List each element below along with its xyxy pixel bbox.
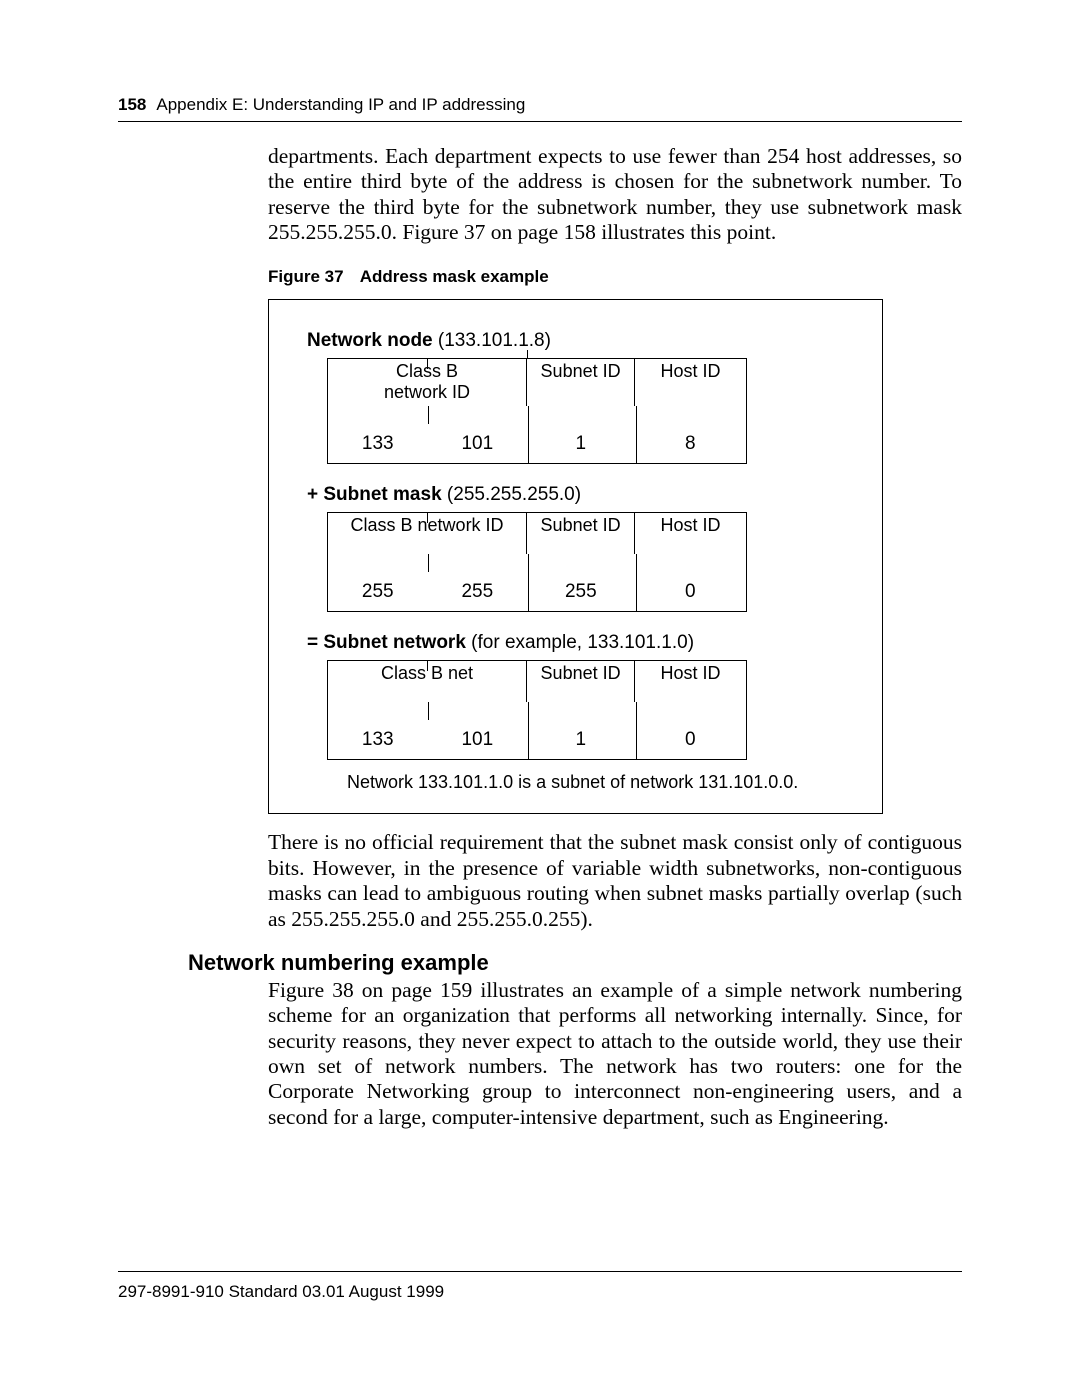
paragraph-network-numbering: Figure 38 on page 159 illustrates an exa… <box>118 978 962 1130</box>
octet-3: 1 <box>527 729 634 759</box>
figure-37-caption: Figure 37 Address mask example <box>118 267 962 287</box>
octet-1: 133 <box>328 729 428 759</box>
fig-block2-title-bold: + Subnet mask <box>307 484 442 505</box>
footer-text: 297-8991-910 Standard 03.01 August 1999 <box>118 1282 444 1301</box>
octet-3: 255 <box>527 581 634 611</box>
fig-block3-title: = Subnet network (for example, 133.101.1… <box>307 632 844 654</box>
section-heading-network-numbering: Network numbering example <box>118 950 962 976</box>
hdr-network-id-l2: network ID <box>328 382 526 403</box>
paragraph-intro: departments. Each department expects to … <box>118 144 962 245</box>
hdr-host-id: Host ID <box>635 513 746 554</box>
octet-2: 101 <box>428 729 528 759</box>
fig-block3-title-rest: (for example, 133.101.1.0) <box>466 632 694 653</box>
figure-number: Figure 37 <box>268 267 344 286</box>
octet-1: 255 <box>328 581 428 611</box>
fig-block2-values: 255 255 255 0 <box>327 554 747 612</box>
fig-block2-table: Class B network ID Subnet ID Host ID 255… <box>327 512 747 612</box>
page-footer: 297-8991-910 Standard 03.01 August 1999 <box>118 1271 962 1302</box>
figure-footnote: Network 133.101.1.0 is a subnet of netwo… <box>307 772 844 793</box>
fig-block2-headers: Class B network ID Subnet ID Host ID <box>327 512 747 554</box>
fig-block3-values: 133 101 1 0 <box>327 702 747 760</box>
tick-mark <box>428 406 429 424</box>
octet-2: 255 <box>428 581 528 611</box>
octet-4: 8 <box>635 433 746 463</box>
fig-block1-values: 133 101 1 8 <box>327 406 747 464</box>
octet-3: 1 <box>527 433 634 463</box>
hdr-network-id: Class B network ID <box>328 359 527 406</box>
fig-block1-headers: Class B network ID Subnet ID Host ID <box>327 358 747 406</box>
fig-block1-table: Class B network ID Subnet ID Host ID 133… <box>327 358 747 464</box>
hdr-network-id: Class B net <box>328 661 527 702</box>
fig-block3-table: Class B net Subnet ID Host ID 133 101 <box>327 660 747 760</box>
hdr-host-id: Host ID <box>635 661 746 702</box>
fig-block1-title: Network node (133.101.1.8) <box>307 330 844 352</box>
tick-mark <box>427 513 428 523</box>
hdr-network-id: Class B network ID <box>328 513 527 554</box>
tick-mark <box>527 350 528 358</box>
tick-mark <box>427 359 428 369</box>
body: departments. Each department expects to … <box>118 122 962 1130</box>
hdr-host-id: Host ID <box>635 359 746 406</box>
page: 158 Appendix E: Understanding IP and IP … <box>0 0 1080 1397</box>
fig-block2-title: + Subnet mask (255.255.255.0) <box>307 484 844 506</box>
octet-4: 0 <box>635 581 746 611</box>
octet-2: 101 <box>428 433 528 463</box>
fig-block1-title-bold: Network node <box>307 330 433 351</box>
octet-1: 133 <box>328 433 428 463</box>
octet-4: 0 <box>635 729 746 759</box>
figure-37-box: Network node (133.101.1.8) Class B netwo… <box>268 299 883 814</box>
fig-block3-title-bold: = Subnet network <box>307 632 466 653</box>
fig-block1-title-rest: (133.101.1.8) <box>433 330 551 351</box>
running-header: 158 Appendix E: Understanding IP and IP … <box>118 95 962 122</box>
page-number: 158 <box>118 95 146 115</box>
tick-mark <box>428 554 429 572</box>
running-title: Appendix E: Understanding IP and IP addr… <box>156 95 525 115</box>
hdr-subnet-id: Subnet ID <box>527 359 635 406</box>
hdr-subnet-id: Subnet ID <box>527 661 635 702</box>
tick-mark <box>427 661 428 671</box>
fig-block3-headers: Class B net Subnet ID Host ID <box>327 660 747 702</box>
tick-mark <box>428 702 429 720</box>
paragraph-after-figure: There is no official requirement that th… <box>118 830 962 931</box>
fig-block2-title-rest: (255.255.255.0) <box>442 484 581 505</box>
figure-title: Address mask example <box>360 267 549 286</box>
hdr-subnet-id: Subnet ID <box>527 513 635 554</box>
